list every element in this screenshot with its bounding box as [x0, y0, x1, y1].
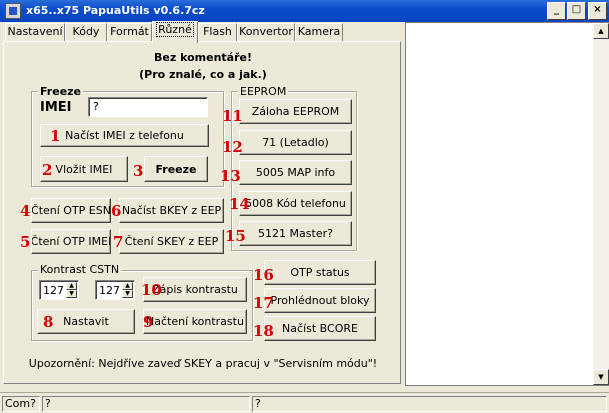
status-field-2: ? [42, 396, 250, 412]
app-icon [5, 3, 21, 19]
marker-10: 10 [141, 281, 162, 299]
marker-16: 16 [253, 266, 274, 284]
marker-3: 3 [133, 162, 144, 180]
marker-11: 11 [222, 107, 243, 125]
title-bar: x65..x75 PapuaUtils v0.6.7cz _ □ × [0, 0, 609, 22]
marker-8: 8 [43, 313, 54, 331]
log-pane[interactable]: ▲ ▼ [405, 22, 609, 386]
stepper-up-icon[interactable]: ▲ [122, 282, 133, 290]
status-com: Com? [2, 396, 40, 412]
insert-imei-button[interactable]: Vložit IMEI [40, 156, 128, 182]
view-blocks-button[interactable]: Prohlédnout bloky [264, 288, 376, 313]
scroll-down-icon[interactable]: ▼ [593, 369, 609, 385]
status-bar: Com? ? ? [0, 392, 609, 413]
close-icon: × [593, 4, 602, 15]
warning-text: Upozornění: Nejdříve zaveď SKEY a pracuj… [28, 357, 378, 370]
marker-17: 17 [253, 294, 274, 312]
eeprom-71-button[interactable]: 71 (Letadlo) [239, 130, 352, 155]
read-bcore-button[interactable]: Načíst BCORE [264, 316, 376, 341]
tab-flash[interactable]: Flash [198, 23, 237, 41]
read-skey-button[interactable]: Čtení SKEY z EEP [119, 229, 224, 254]
marker-15: 15 [225, 227, 246, 245]
read-imei-button[interactable]: Načíst IMEI z telefonu [40, 124, 209, 147]
marker-14: 14 [229, 195, 250, 213]
eeprom-backup-button[interactable]: Záloha EEPROM [239, 99, 352, 124]
stepper-up-icon[interactable]: ▲ [66, 282, 77, 290]
minimize-button[interactable]: _ [547, 2, 566, 20]
marker-4: 4 [20, 202, 31, 220]
status-field-3: ? [252, 396, 607, 412]
header-line2: (Pro znalé, co a jak.) [139, 68, 267, 81]
contrast-value1-stepper[interactable]: 127 ▲ ▼ [39, 280, 79, 300]
eeprom-5008-button[interactable]: 5008 Kód telefonu [239, 191, 352, 216]
marker-7: 7 [113, 233, 124, 251]
minimize-icon: _ [554, 4, 559, 15]
eeprom-group-label: EEPROM [238, 85, 289, 98]
marker-9: 9 [143, 313, 154, 331]
maximize-icon: □ [571, 4, 582, 15]
maximize-button[interactable]: □ [567, 2, 586, 20]
tab-nastaveni[interactable]: Nastavení [5, 23, 65, 41]
marker-13: 13 [220, 167, 241, 185]
marker-2: 2 [42, 161, 53, 179]
marker-12: 12 [222, 138, 243, 156]
marker-5: 5 [20, 233, 31, 251]
contrast-value2-stepper[interactable]: 127 ▲ ▼ [95, 280, 135, 300]
window-title: x65..x75 PapuaUtils v0.6.7cz [26, 4, 205, 17]
stepper-down-icon[interactable]: ▼ [66, 290, 77, 298]
tab-kody[interactable]: Kódy [65, 23, 107, 41]
close-button[interactable]: × [588, 2, 607, 20]
freeze-button[interactable]: Freeze [144, 156, 208, 182]
eeprom-5005-button[interactable]: 5005 MAP info [239, 160, 352, 185]
freeze-group-label: Freeze [38, 85, 84, 98]
tab-format[interactable]: Formát [107, 23, 152, 41]
stepper-down-icon[interactable]: ▼ [122, 290, 133, 298]
marker-1: 1 [50, 127, 61, 145]
imei-label: IMEI [40, 100, 72, 115]
contrast-group-label: Kontrast CSTN [38, 263, 122, 276]
read-otp-imei-button[interactable]: Čtení OTP IMEI [31, 229, 111, 254]
eeprom-5121-button[interactable]: 5121 Master? [239, 221, 352, 246]
scroll-up-icon[interactable]: ▲ [593, 23, 609, 39]
marker-6: 6 [111, 202, 122, 220]
imei-input[interactable]: ? [88, 97, 208, 117]
read-otp-esn-button[interactable]: Čtení OTP ESN [31, 198, 111, 223]
read-contrast-button[interactable]: Načtení kontrastu [143, 309, 247, 334]
vertical-scrollbar[interactable]: ▲ ▼ [593, 23, 609, 385]
tab-kamera[interactable]: Kamera [295, 23, 343, 41]
read-bkey-button[interactable]: Načíst BKEY z EEP [119, 198, 224, 223]
tab-ruzne[interactable]: Různé [152, 21, 198, 43]
tab-konvertor[interactable]: Konvertor [237, 23, 295, 41]
otp-status-button[interactable]: OTP status [264, 260, 376, 285]
marker-18: 18 [253, 322, 274, 340]
header-line1: Bez komentáře! [154, 51, 252, 64]
